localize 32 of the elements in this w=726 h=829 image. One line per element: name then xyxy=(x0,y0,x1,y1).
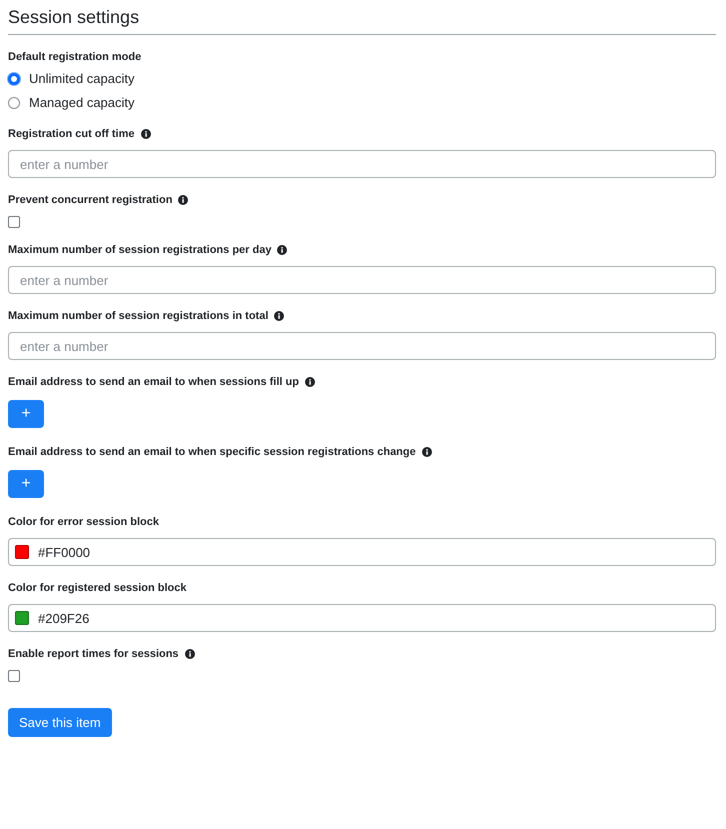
info-icon[interactable] xyxy=(184,649,195,659)
field-label: Enable report times for sessions xyxy=(8,647,179,661)
number-field[interactable]: enter a number xyxy=(8,266,716,294)
number-field[interactable]: enter a number xyxy=(8,150,716,178)
field-label: Registration cut off time xyxy=(8,127,135,141)
field-label: Email address to send an email to when sessions fill up xyxy=(8,375,299,389)
number-field[interactable]: enter a number xyxy=(8,332,716,360)
checkbox[interactable] xyxy=(8,670,20,682)
field-label: Color for registered session block xyxy=(8,581,186,595)
add-button[interactable]: + xyxy=(8,400,44,428)
field-label: Maximum number of session registrations per day xyxy=(8,243,272,257)
field-label: Email address to send an email to when specific session registrations change xyxy=(8,445,416,459)
info-icon[interactable] xyxy=(304,377,315,387)
section-title: Session settings xyxy=(8,0,716,35)
add-button[interactable]: + xyxy=(8,470,44,498)
field-label: Default registration mode xyxy=(8,50,142,64)
info-icon[interactable] xyxy=(422,447,432,457)
info-icon[interactable] xyxy=(274,311,284,321)
info-icon[interactable] xyxy=(140,129,151,139)
color-field[interactable]: #FF0000 xyxy=(8,538,716,566)
color-field[interactable]: #209F26 xyxy=(8,604,716,632)
radio-label: Managed capacity xyxy=(29,94,135,112)
field-label: Color for error session block xyxy=(8,515,159,529)
info-icon[interactable] xyxy=(277,245,288,255)
checkbox[interactable] xyxy=(8,216,20,228)
save-button[interactable]: Save this item xyxy=(8,708,112,737)
field-label: Maximum number of session registrations in total xyxy=(8,309,268,323)
radio-button[interactable] xyxy=(8,73,20,85)
radio-button[interactable] xyxy=(8,97,20,109)
field-label: Prevent concurrent registration xyxy=(8,193,172,207)
radio-label: Unlimited capacity xyxy=(29,70,134,88)
info-icon[interactable] xyxy=(178,195,188,205)
